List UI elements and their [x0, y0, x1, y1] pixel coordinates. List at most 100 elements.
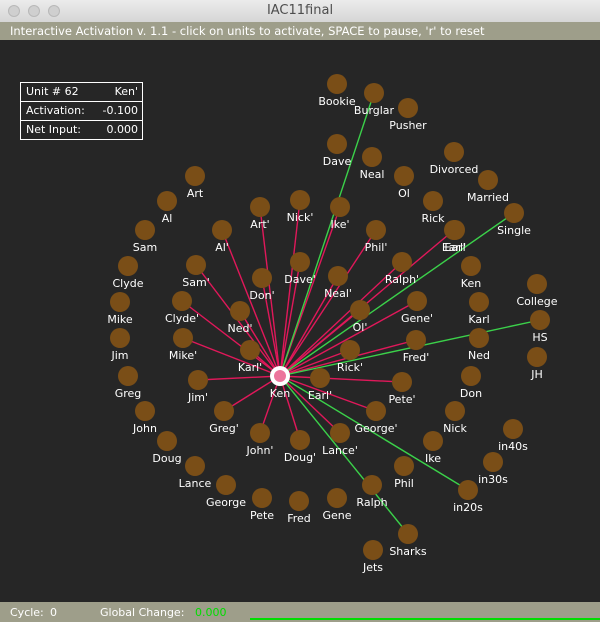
unit-node[interactable] [458, 480, 478, 500]
unit-clyde-prime[interactable]: Clyde' [165, 291, 199, 325]
unit-greg[interactable]: Greg [115, 366, 142, 400]
unit-ike-prime[interactable]: Ike' [330, 197, 350, 231]
unit-node[interactable] [110, 292, 130, 312]
unit-node[interactable] [469, 328, 489, 348]
unit-node[interactable] [444, 142, 464, 162]
unit-node[interactable] [530, 310, 550, 330]
unit-art[interactable]: Art [185, 166, 205, 200]
unit-node[interactable] [363, 540, 383, 560]
unit-ralph[interactable]: Ralph [356, 475, 388, 509]
unit-node[interactable] [327, 488, 347, 508]
unit-pusher[interactable]: Pusher [389, 98, 427, 132]
unit-node[interactable] [135, 220, 155, 240]
unit-gene-prime[interactable]: Gene' [401, 291, 433, 325]
unit-mike[interactable]: Mike [107, 292, 133, 326]
unit-node[interactable] [157, 431, 177, 451]
unit-nodes[interactable]: BookieBurglar Pusher Dave Neal Ol Divorced Mar… [107, 74, 558, 574]
unit-node[interactable] [444, 220, 464, 240]
unit-in40s[interactable]: in40s [498, 419, 528, 453]
unit-college[interactable]: College [516, 274, 558, 308]
unit-node[interactable] [214, 401, 234, 421]
unit-node[interactable] [340, 340, 360, 360]
unit-node[interactable] [394, 456, 414, 476]
unit-node[interactable] [407, 291, 427, 311]
unit-fred[interactable]: Fred [287, 491, 311, 525]
unit-gene[interactable]: Gene [322, 488, 352, 522]
unit-node[interactable] [212, 220, 232, 240]
unit-node[interactable] [478, 170, 498, 190]
unit-node[interactable] [362, 475, 382, 495]
unit-jim[interactable]: Jim [110, 328, 130, 362]
unit-node[interactable] [186, 255, 206, 275]
unit-node[interactable] [290, 430, 310, 450]
unit-node[interactable] [328, 266, 348, 286]
unit-node[interactable] [392, 372, 412, 392]
unit-hs[interactable]: HS [530, 310, 550, 344]
unit-node[interactable] [216, 475, 236, 495]
unit-nick[interactable]: Nick [443, 401, 467, 435]
unit-node[interactable] [330, 197, 350, 217]
unit-george[interactable]: George [206, 475, 246, 509]
unit-node[interactable] [330, 423, 350, 443]
unit-node[interactable] [392, 252, 412, 272]
unit-node[interactable] [423, 191, 443, 211]
unit-ralph-prime[interactable]: Ralph' [385, 252, 419, 286]
unit-neal[interactable]: Neal [360, 147, 385, 181]
unit-node[interactable] [398, 524, 418, 544]
unit-node[interactable] [172, 291, 192, 311]
unit-ike[interactable]: Ike [423, 431, 443, 465]
unit-node[interactable] [366, 220, 386, 240]
unit-node[interactable] [290, 190, 310, 210]
unit-sam-prime[interactable]: Sam' [182, 255, 210, 289]
unit-in30s[interactable]: in30s [478, 452, 508, 486]
unit-burglar[interactable]: Burglar [354, 83, 395, 117]
unit-ken[interactable]: Ken [461, 256, 481, 290]
unit-lance-prime[interactable]: Lance' [322, 423, 358, 457]
unit-node[interactable] [118, 366, 138, 386]
unit-node[interactable] [188, 370, 208, 390]
unit-node[interactable] [406, 330, 426, 350]
unit-node[interactable] [118, 256, 138, 276]
unit-node[interactable] [527, 347, 547, 367]
unit-jets[interactable]: Jets [362, 540, 383, 574]
unit-node[interactable] [135, 401, 155, 421]
unit-al[interactable]: Al [157, 191, 177, 225]
unit-jh[interactable]: JH [527, 347, 547, 381]
unit-phil-prime[interactable]: Phil' [365, 220, 388, 254]
unit-node[interactable] [504, 203, 524, 223]
unit-single[interactable]: Single [497, 203, 531, 237]
unit-node[interactable] [185, 166, 205, 186]
unit-node[interactable] [483, 452, 503, 472]
unit-ol[interactable]: Ol [394, 166, 414, 200]
unit-jim-prime[interactable]: Jim' [187, 370, 208, 404]
unit-node[interactable] [230, 301, 250, 321]
unit-clyde[interactable]: Clyde [113, 256, 144, 290]
unit-node[interactable] [461, 256, 481, 276]
unit-node[interactable] [173, 328, 193, 348]
unit-neal-prime[interactable]: Neal' [324, 266, 352, 300]
unit-node[interactable] [185, 456, 205, 476]
unit-node[interactable] [362, 147, 382, 167]
unit-node[interactable] [110, 328, 130, 348]
unit-dave[interactable]: Dave [323, 134, 352, 168]
unit-doug-prime[interactable]: Doug' [284, 430, 316, 464]
unit-node[interactable] [394, 166, 414, 186]
unit-ol-prime[interactable]: Ol' [350, 300, 370, 334]
unit-node[interactable] [445, 401, 465, 421]
unit-node[interactable] [364, 83, 384, 103]
unit-node[interactable] [252, 488, 272, 508]
unit-node[interactable] [503, 419, 523, 439]
unit-node[interactable] [157, 191, 177, 211]
unit-john[interactable]: John [132, 401, 157, 435]
unit-fred-prime[interactable]: Fred' [403, 330, 430, 364]
unit-node[interactable] [289, 491, 309, 511]
unit-mike-prime[interactable]: Mike' [169, 328, 197, 362]
unit-dave-prime[interactable]: Dave' [284, 252, 316, 286]
unit-node[interactable] [250, 197, 270, 217]
unit-ned-prime[interactable]: Ned' [227, 301, 253, 335]
unit-phil[interactable]: Phil [394, 456, 414, 490]
unit-don[interactable]: Don [460, 366, 482, 400]
unit-node[interactable] [527, 274, 547, 294]
unit-pete-prime[interactable]: Pete' [388, 372, 416, 406]
unit-rick[interactable]: Rick [421, 191, 445, 225]
